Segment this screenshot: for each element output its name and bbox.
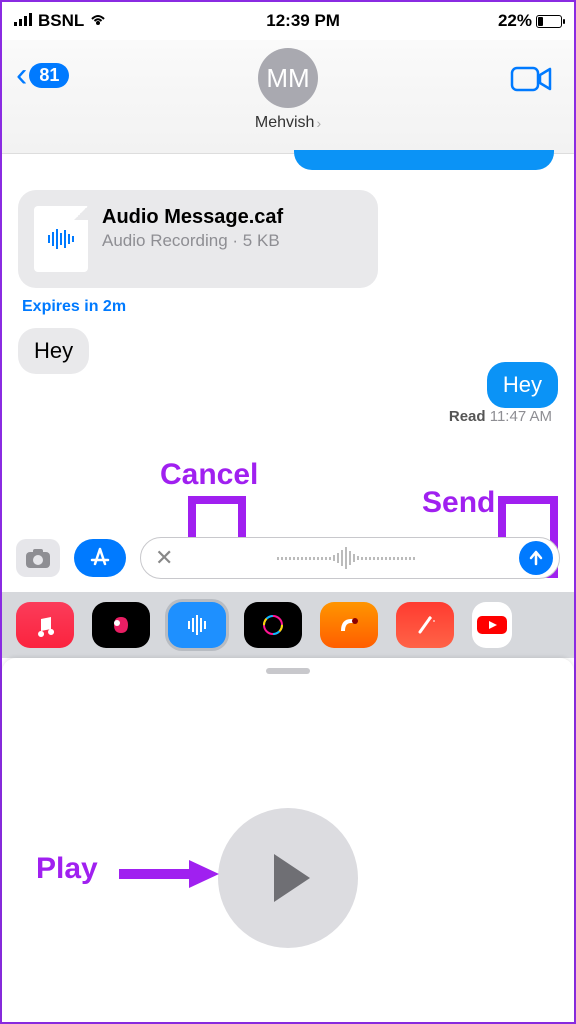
sent-message[interactable]: Hey [487,362,558,408]
annotation-send: Send [422,486,495,520]
clock: 12:39 PM [266,11,340,31]
contact-label: Mehvish [255,114,315,132]
waveform-preview[interactable] [181,547,511,569]
file-icon [34,206,88,272]
play-button[interactable] [218,808,358,948]
unread-badge: 81 [29,63,69,88]
annotation-cancel: Cancel [160,458,258,492]
app-tray[interactable] [2,592,574,658]
cancel-button[interactable]: ✕ [155,545,173,571]
app-store-button[interactable] [74,539,126,577]
annotation-play: Play [36,852,98,886]
battery-pct: 22% [498,11,532,31]
message-list: Audio Message.caf Audio Recording · 5 KB… [2,154,574,425]
tray-effects-icon[interactable] [396,602,454,648]
audio-file-message[interactable]: Audio Message.caf Audio Recording · 5 KB [18,190,378,288]
audio-message-field: ✕ [140,537,560,579]
waveform-icon [48,229,74,249]
tray-photos-icon[interactable] [92,602,150,648]
carrier-label: BSNL [38,11,84,31]
tray-digitaltouch-icon[interactable] [244,602,302,648]
play-icon [274,854,310,902]
input-bar: ✕ [2,530,574,586]
file-title: Audio Message.caf [102,206,283,229]
back-button[interactable]: ‹ 81 [16,58,69,92]
tray-garageband-icon[interactable] [320,602,378,648]
expires-label: Expires in 2m [22,298,558,316]
chevron-right-icon: › [316,115,321,131]
signal-icon [14,11,34,31]
facetime-button[interactable] [510,64,554,99]
sent-message-partial[interactable] [294,150,554,170]
tray-audio-icon[interactable] [168,602,226,648]
drawer-handle[interactable] [266,668,310,674]
conversation-header: ‹ 81 MM Mehvish › [2,40,574,154]
file-subtitle: Audio Recording · 5 KB [102,231,283,251]
wifi-icon [88,11,108,31]
status-bar: BSNL 12:39 PM 22% [2,2,574,40]
camera-icon [24,547,52,569]
received-message[interactable]: Hey [18,328,89,374]
contact-name[interactable]: Mehvish › [255,114,321,132]
camera-button[interactable] [16,539,60,577]
annotation-arrow [114,854,224,894]
read-receipt: Read 11:47 AM [18,408,558,425]
send-button[interactable] [519,541,553,575]
tray-music-icon[interactable] [16,602,74,648]
chevron-left-icon: ‹ [16,58,27,92]
audio-drawer [2,658,574,1022]
avatar[interactable]: MM [258,48,318,108]
app-store-icon [87,545,113,571]
tray-youtube-icon[interactable] [472,602,512,648]
arrow-up-icon [527,549,545,567]
battery-icon [536,15,562,28]
